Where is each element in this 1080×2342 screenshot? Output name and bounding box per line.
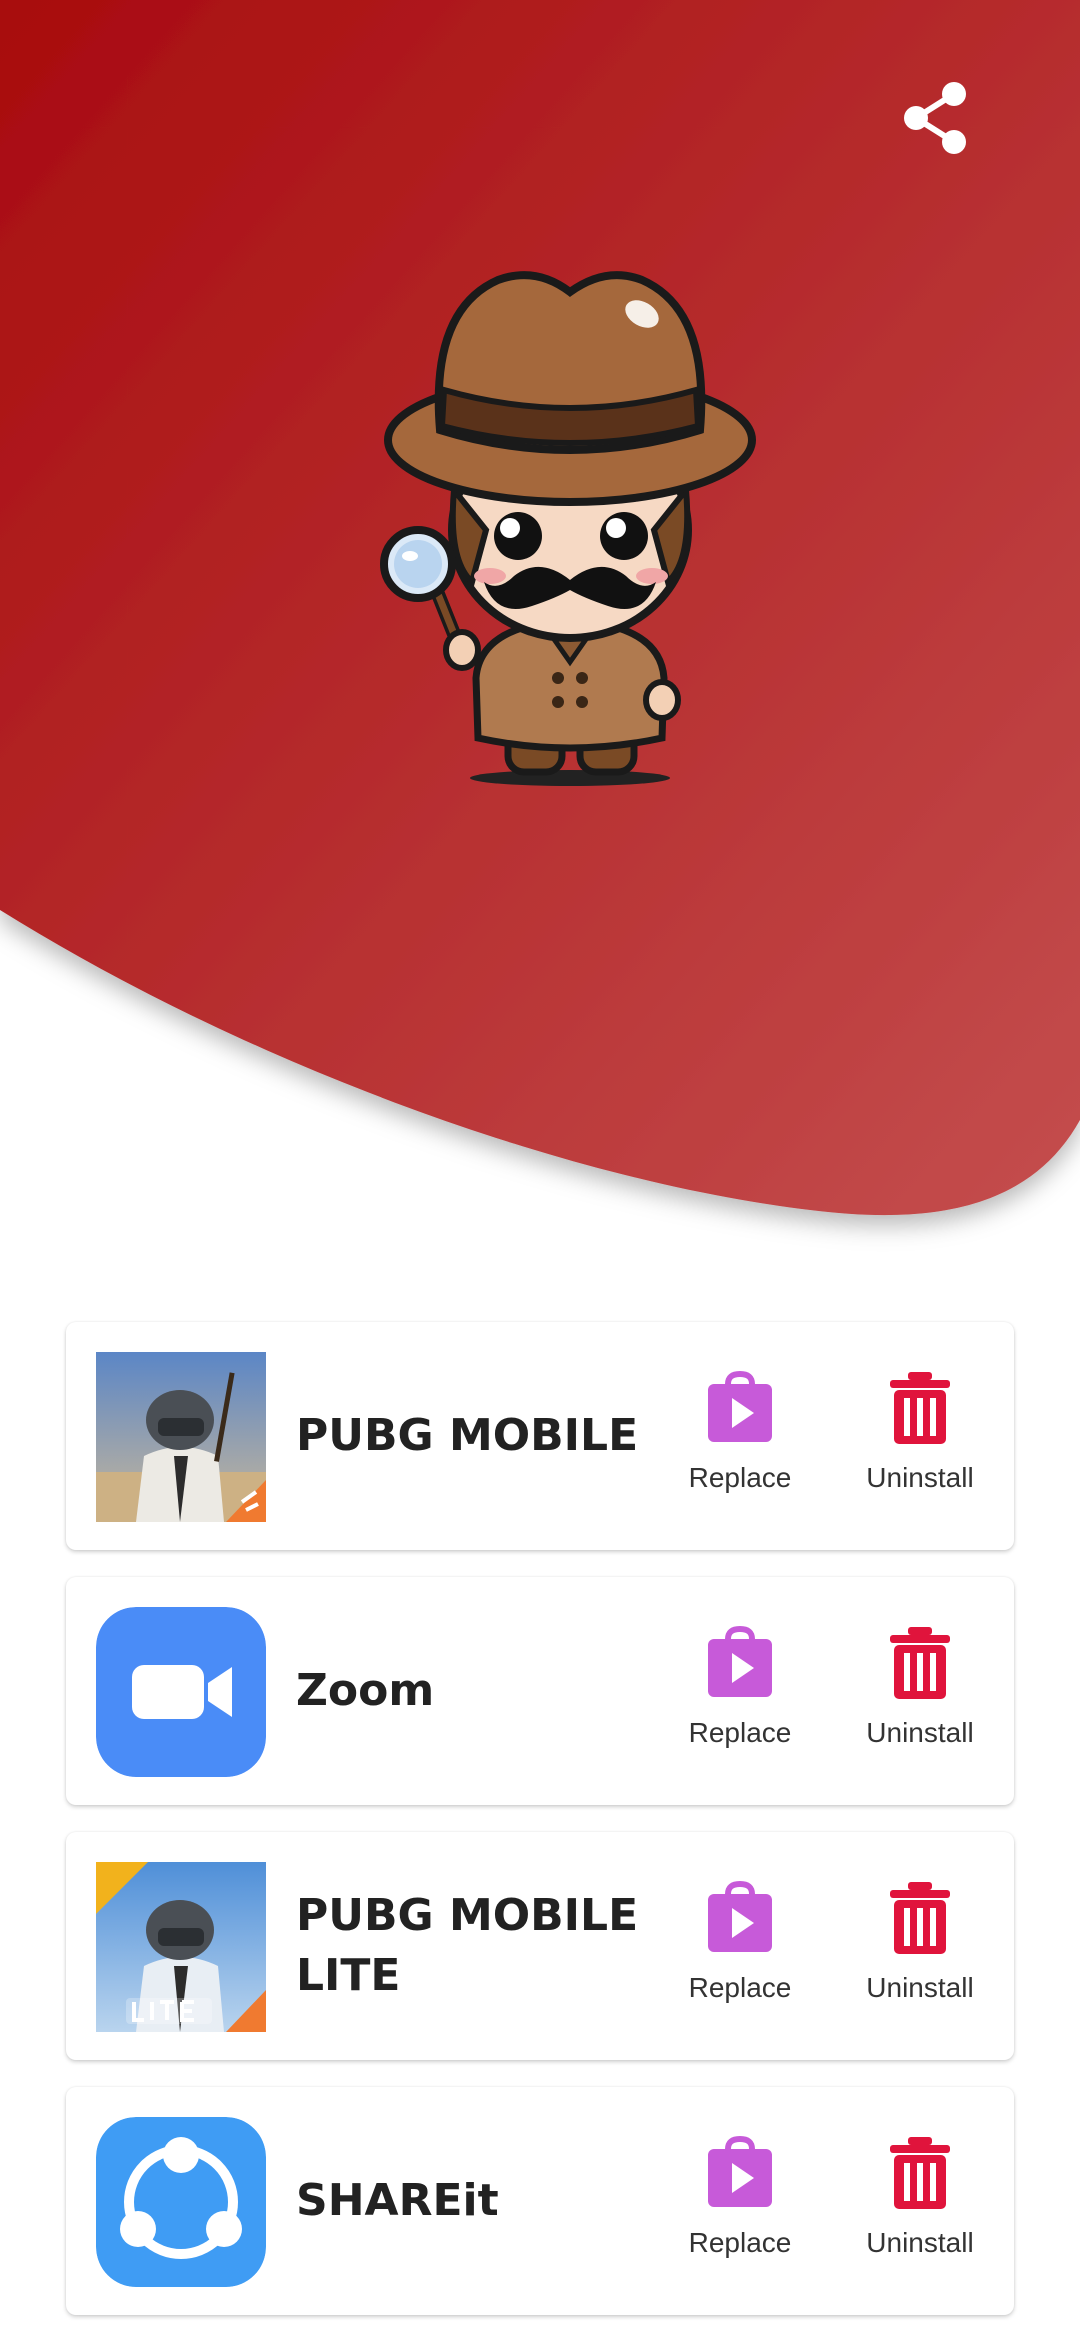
app-list: PUBG MOBILE Replace Uninstall Zoom Repla…	[66, 1322, 1014, 2342]
uninstall-label: Uninstall	[866, 1717, 974, 1748]
trash-icon	[890, 1882, 950, 1954]
uninstall-button[interactable]: Uninstall	[850, 2133, 990, 2259]
app-name: Zoom	[296, 1665, 435, 1716]
trash-icon	[890, 1372, 950, 1444]
play-store-bag-icon	[708, 1625, 772, 1697]
app-card: SHAREit Replace Uninstall	[66, 2087, 1014, 2315]
uninstall-button[interactable]: Uninstall	[850, 1878, 990, 2004]
zoom-icon	[96, 1607, 266, 1777]
pubg-mobile-icon	[96, 1352, 266, 1522]
trash-icon	[890, 1627, 950, 1699]
play-store-bag-icon	[708, 1370, 772, 1442]
replace-button[interactable]: Replace	[670, 2133, 810, 2259]
share-button[interactable]	[896, 78, 976, 158]
uninstall-button[interactable]: Uninstall	[850, 1623, 990, 1749]
uninstall-button[interactable]: Uninstall	[850, 1368, 990, 1494]
pubg-mobile-lite-icon	[96, 1862, 266, 2032]
play-store-bag-icon	[708, 1880, 772, 1952]
trash-icon	[890, 2137, 950, 2209]
replace-label: Replace	[688, 1462, 792, 1493]
replace-label: Replace	[688, 1972, 792, 2003]
app-name: SHAREit	[296, 2175, 499, 2226]
app-card: Zoom Replace Uninstall	[66, 1577, 1014, 1805]
replace-label: Replace	[688, 2227, 792, 2258]
replace-button[interactable]: Replace	[670, 1368, 810, 1494]
share-icon	[904, 82, 966, 154]
replace-button[interactable]: Replace	[670, 1878, 810, 2004]
replace-button[interactable]: Replace	[670, 1623, 810, 1749]
uninstall-label: Uninstall	[866, 1972, 974, 2003]
play-store-bag-icon	[708, 2135, 772, 2207]
app-name: PUBG MOBILE LITE	[296, 1890, 639, 2001]
app-card: PUBG MOBILE Replace Uninstall	[66, 1322, 1014, 1550]
uninstall-label: Uninstall	[866, 1462, 974, 1493]
shareit-icon	[96, 2117, 266, 2287]
uninstall-label: Uninstall	[866, 2227, 974, 2258]
app-card: PUBG MOBILE LITE Replace Uninstall	[66, 1832, 1014, 2060]
app-name: PUBG MOBILE	[296, 1410, 639, 1461]
detective-mascot	[290, 230, 850, 790]
replace-label: Replace	[688, 1717, 792, 1748]
